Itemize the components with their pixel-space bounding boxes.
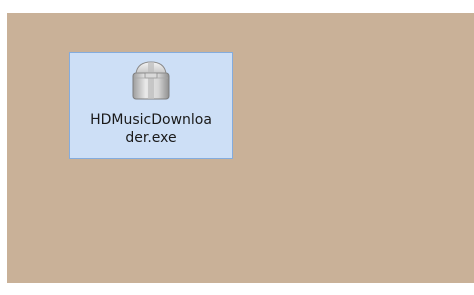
desktop-area[interactable]: HDMusicDownloa der.exe xyxy=(7,13,474,283)
file-name-label: HDMusicDownloa der.exe xyxy=(71,111,231,147)
installer-package-icon xyxy=(132,61,170,100)
desktop-file-item[interactable]: HDMusicDownloa der.exe xyxy=(69,52,233,159)
screen: HDMusicDownloa der.exe xyxy=(0,0,474,295)
file-name-line-1: HDMusicDownloa xyxy=(90,112,212,128)
file-name-line-2: der.exe xyxy=(125,130,177,146)
